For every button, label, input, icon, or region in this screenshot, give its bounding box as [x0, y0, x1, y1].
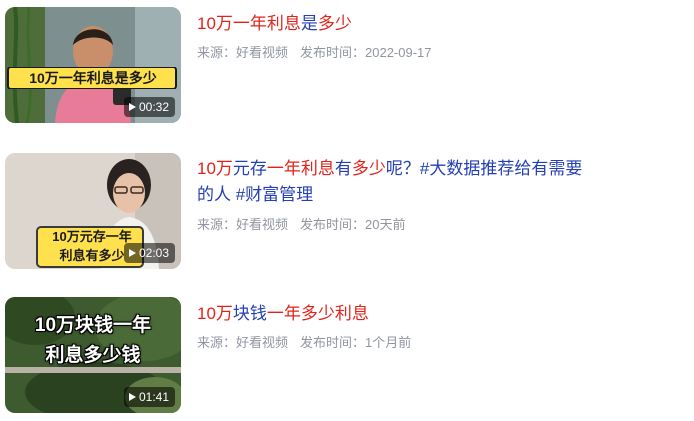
thumbnail-caption-1: 10万一年利息是多少: [29, 70, 157, 86]
play-icon: [128, 393, 136, 401]
video-meta-1: 来源：好看视频 发布时间：2022-09-17: [197, 42, 432, 61]
video-results-list: 10万一年利息是多少 00:32 10万一年利息是多少 来源：好看视频 发布时间：…: [0, 0, 694, 421]
video-source-2: 来源：好看视频: [197, 217, 289, 232]
play-icon: [128, 103, 136, 111]
duration-text-1: 00:32: [138, 100, 169, 114]
duration-text-2: 02:03: [138, 246, 169, 260]
title-segment: 10万: [197, 304, 233, 323]
video-source-3: 来源：好看视频: [197, 335, 289, 350]
duration-text-3: 01:41: [138, 390, 169, 404]
video-publish-time-2: 发布时间：20天前: [300, 217, 406, 232]
title-segment: 多少: [351, 159, 386, 178]
thumbnail-caption-line-1: 10万块钱一年: [34, 315, 152, 336]
video-duration-badge-1: 00:32: [123, 97, 175, 117]
thumbnail-caption-3: 10万块钱一年 利息多少钱: [5, 311, 181, 371]
title-segment: 有: [334, 159, 352, 178]
video-title-link-3[interactable]: 10万块钱一年多少利息: [197, 301, 587, 327]
title-segment: 10万一年利息: [197, 14, 301, 33]
video-publish-time-1: 发布时间：2022-09-17: [300, 45, 432, 60]
video-source-1: 来源：好看视频: [197, 45, 289, 60]
play-icon: [128, 249, 136, 257]
video-duration-badge-2: 02:03: [123, 243, 175, 263]
video-thumbnail-3[interactable]: 10万块钱一年 利息多少钱 01:41: [5, 297, 181, 413]
video-thumbnail-1[interactable]: 10万一年利息是多少 00:32: [5, 7, 181, 123]
video-thumbnail-2[interactable]: 10万元存一年 利息有多少 02:03: [5, 153, 181, 269]
video-title-link-2[interactable]: 10万元存一年利息有多少呢？#大数据推荐给有需要的人 #财富管理: [197, 156, 587, 208]
video-meta-3: 来源：好看视频 发布时间：1个月前: [197, 332, 411, 351]
video-title-link-1[interactable]: 10万一年利息是多少: [197, 11, 587, 37]
title-segment: 块钱: [232, 304, 267, 323]
title-segment: 是: [300, 14, 318, 33]
title-segment: 多少: [317, 14, 352, 33]
title-segment: 10万: [197, 159, 233, 178]
video-publish-time-3: 发布时间：1个月前: [300, 335, 412, 350]
thumbnail-caption-line-2: 利息多少钱: [45, 345, 141, 366]
title-segment: 一年多少利息: [266, 304, 369, 323]
title-segment: 一年利息: [266, 159, 335, 178]
title-segment: 元存: [232, 159, 267, 178]
video-meta-2: 来源：好看视频 发布时间：20天前: [197, 214, 405, 233]
video-duration-badge-3: 01:41: [123, 387, 175, 407]
